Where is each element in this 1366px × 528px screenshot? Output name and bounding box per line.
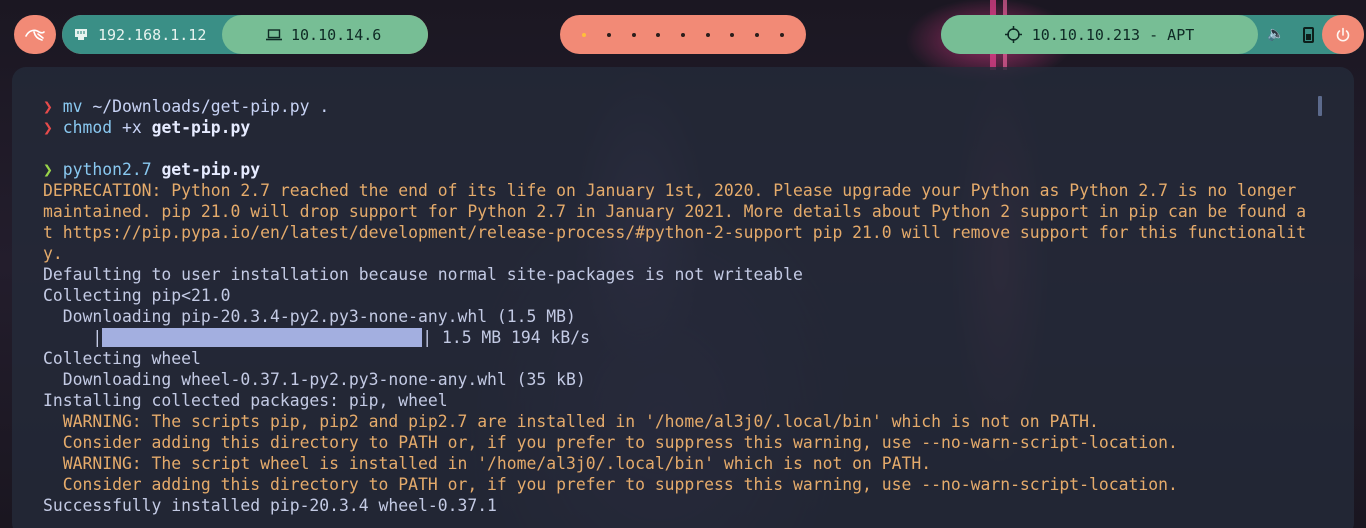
power-icon <box>1336 27 1350 42</box>
laptop-icon <box>266 28 282 40</box>
command-args: +x <box>112 118 152 137</box>
workspace-5-dot[interactable] <box>680 32 685 37</box>
terminal-line: | | 1.5 MB 194 kB/s <box>43 327 1328 348</box>
vpn-ip-label: 10.10.14.6 <box>291 25 382 44</box>
terminal-line: Consider adding this directory to PATH o… <box>43 432 1328 453</box>
command-name: python2.7 <box>62 160 152 179</box>
network-ip-group: 192.168.1.12 10.10.14.6 <box>62 15 428 54</box>
terminal-line: Collecting wheel <box>43 348 1328 369</box>
warning-text: y. <box>43 244 63 263</box>
status-group: 10.10.10.213 - APT 🔈 <box>941 15 1364 54</box>
terminal-line: ❯ chmod +x get-pip.py <box>43 117 1328 138</box>
warning-text: Consider adding this directory to PATH o… <box>43 433 1178 452</box>
terminal-line: DEPRECATION: Python 2.7 reached the end … <box>43 180 1328 201</box>
battery-icon <box>1303 27 1314 43</box>
progress-prefix: | <box>43 328 103 347</box>
command-args <box>152 160 162 179</box>
output-text: Collecting pip<21.0 <box>43 286 231 305</box>
download-progress-bar <box>102 328 423 347</box>
prompt-arrow-icon: ❯ <box>43 97 63 116</box>
warning-text: t https://pip.pypa.io/en/latest/developm… <box>43 223 1307 242</box>
power-button[interactable] <box>1322 15 1364 54</box>
command-name: chmod <box>62 118 113 137</box>
output-text: Downloading pip-20.3.4-py2.py3-none-any.… <box>43 307 576 326</box>
terminal-line: Downloading pip-20.3.4-py2.py3-none-any.… <box>43 306 1328 327</box>
progress-suffix: | 1.5 MB 194 kB/s <box>422 328 590 347</box>
terminal-line: ❯ python2.7 get-pip.py <box>43 159 1328 180</box>
output-text: Installing collected packages: pip, whee… <box>43 391 448 410</box>
kali-menu-button[interactable] <box>14 15 56 54</box>
local-ip-indicator: 192.168.1.12 <box>62 15 242 54</box>
ethernet-icon <box>75 29 87 40</box>
terminal-line: y. <box>43 243 1328 264</box>
volume-icon[interactable]: 🔈 <box>1267 26 1284 42</box>
terminal-line: Installing collected packages: pip, whee… <box>43 390 1328 411</box>
output-text: Defaulting to user installation because … <box>43 265 803 284</box>
terminal-output: ❯ mv ~/Downloads/get-pip.py . ❯ chmod +x … <box>43 96 1328 516</box>
prompt-arrow-icon: ❯ <box>43 160 63 179</box>
terminal-line: t https://pip.pypa.io/en/latest/developm… <box>43 222 1328 243</box>
command-args: ~/Downloads/get-pip.py . <box>82 97 330 116</box>
terminal-line: Consider adding this directory to PATH o… <box>43 474 1328 495</box>
warning-text: WARNING: The script wheel is installed i… <box>43 454 932 473</box>
terminal-line: Successfully installed pip-20.3.4 wheel-… <box>43 495 1328 516</box>
command-file-arg: get-pip.py <box>151 118 251 137</box>
workspace-7-dot[interactable] <box>730 32 735 37</box>
prompt-arrow-icon: ❯ <box>43 118 63 137</box>
local-ip-label: 192.168.1.12 <box>98 25 207 44</box>
workspace-8-dot[interactable] <box>754 32 759 37</box>
warning-text: DEPRECATION: Python 2.7 reached the end … <box>43 181 1297 200</box>
workspace-4-dot[interactable] <box>656 32 661 37</box>
output-text: Collecting wheel <box>43 349 201 368</box>
workspace-9-dot[interactable] <box>779 32 784 37</box>
terminal-line: maintained. pip 21.0 will drop support f… <box>43 201 1328 222</box>
workspace-2-dot[interactable] <box>606 32 611 37</box>
kali-dragon-icon <box>25 29 45 41</box>
target-label: 10.10.10.213 - APT <box>1031 25 1195 44</box>
vpn-ip-indicator: 10.10.14.6 <box>222 15 428 54</box>
terminal-line: ❯ mv ~/Downloads/get-pip.py . <box>43 96 1328 117</box>
terminal-line: Defaulting to user installation because … <box>43 264 1328 285</box>
warning-text: maintained. pip 21.0 will drop support f… <box>43 202 1307 221</box>
workspace-switcher[interactable] <box>560 15 806 54</box>
warning-text: WARNING: The scripts pip, pip2 and pip2.… <box>43 412 1099 431</box>
output-text: Downloading wheel-0.37.1-py2.py3-none-an… <box>43 370 586 389</box>
workspace-3-dot[interactable] <box>631 32 636 37</box>
terminal-line: WARNING: The scripts pip, pip2 and pip2.… <box>43 411 1328 432</box>
target-indicator: 10.10.10.213 - APT <box>941 15 1258 54</box>
command-name: mv <box>62 97 83 116</box>
terminal-line: Downloading wheel-0.37.1-py2.py3-none-an… <box>43 369 1328 390</box>
terminal-window[interactable]: ❯ mv ~/Downloads/get-pip.py . ❯ chmod +x … <box>12 67 1354 528</box>
terminal-line: Collecting pip<21.0 <box>43 285 1328 306</box>
output-text: Successfully installed pip-20.3.4 wheel-… <box>43 496 497 515</box>
warning-text: Consider adding this directory to PATH o… <box>43 475 1178 494</box>
command-file-arg: get-pip.py <box>161 160 261 179</box>
workspace-1-dot[interactable] <box>582 32 587 37</box>
crosshair-icon <box>1004 26 1022 43</box>
workspace-6-dot[interactable] <box>705 32 710 37</box>
terminal-line: WARNING: The script wheel is installed i… <box>43 453 1328 474</box>
